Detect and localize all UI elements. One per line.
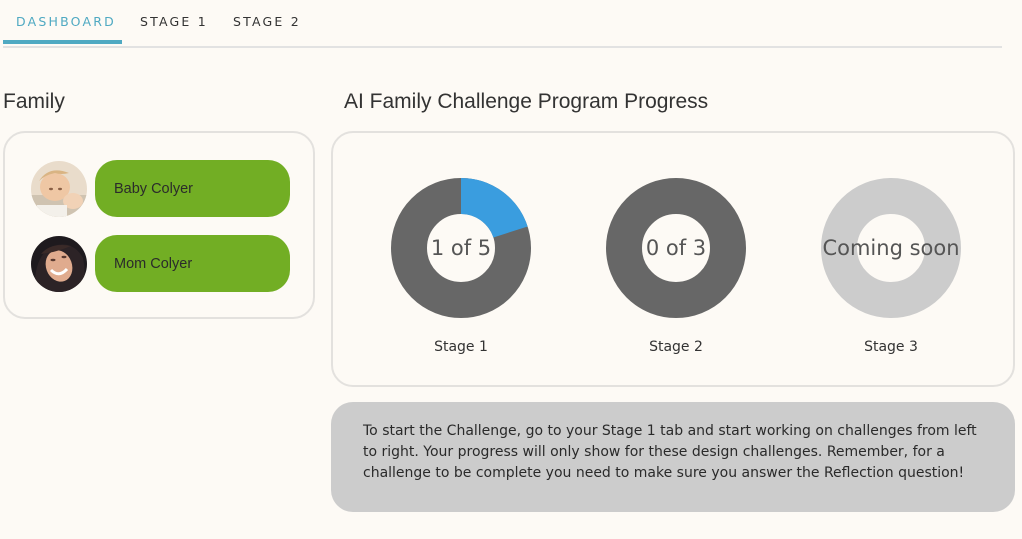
stage-2-donut: 0 of 3 [606,178,746,318]
member-name-button[interactable]: Baby Colyer [95,160,290,217]
stage-progress-text: Coming soon [822,236,960,260]
baby-avatar-icon[interactable] [31,161,87,217]
stage-label: Stage 2 [649,339,703,355]
member-name-button[interactable]: Mom Colyer [95,235,290,292]
member-name: Mom Colyer [114,255,193,272]
tab-stage-2[interactable]: STAGE 2 [233,14,301,44]
stage-progress-text: 1 of 5 [430,236,492,260]
stage-3-donut: Coming soon [821,178,961,318]
progress-title: AI Family Challenge Program Progress [344,90,709,113]
family-card: Baby Colyer Mom Colyer [3,131,315,319]
family-member[interactable]: Baby Colyer [31,160,291,218]
tab-stage-1[interactable]: STAGE 1 [140,14,208,44]
stage-label: Stage 1 [434,339,488,355]
instructions-box: To start the Challenge, go to your Stage… [331,402,1015,512]
family-member[interactable]: Mom Colyer [31,235,291,293]
member-name: Baby Colyer [114,180,193,197]
stage-1-donut: 1 of 5 [391,178,531,318]
active-tab-indicator [3,40,122,44]
instructions-text: To start the Challenge, go to your Stage… [363,423,977,481]
progress-card: 1 of 5 Stage 1 0 of 3 Stage 2 Coming soo… [331,131,1015,387]
tab-bar: DASHBOARD STAGE 1 STAGE 2 [3,0,1002,48]
mom-avatar-icon[interactable] [31,236,87,292]
stage-label: Stage 3 [864,339,918,355]
stage-progress-text: 0 of 3 [645,236,707,260]
family-title: Family [3,90,65,113]
